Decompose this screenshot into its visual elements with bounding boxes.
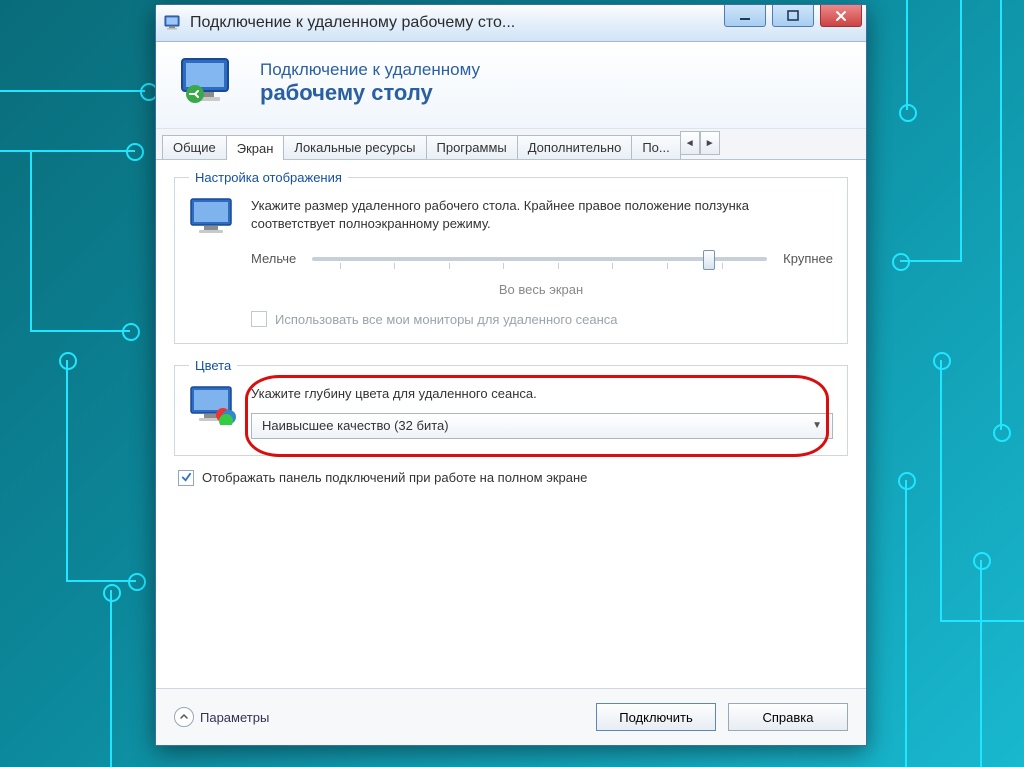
slider-thumb[interactable] xyxy=(703,250,715,270)
checkbox-icon xyxy=(251,311,267,327)
display-settings-group: Настройка отображения Укажите размер уда… xyxy=(174,170,848,344)
slider-min-label: Мельче xyxy=(251,251,296,266)
tab-content: Настройка отображения Укажите размер уда… xyxy=(156,160,866,498)
parameters-toggle[interactable]: Параметры xyxy=(174,707,269,727)
display-group-legend: Настройка отображения xyxy=(189,170,348,185)
color-depth-value: Наивысшее качество (32 бита) xyxy=(262,418,449,433)
colors-description: Укажите глубину цвета для удаленного сеа… xyxy=(251,385,833,403)
tab-general[interactable]: Общие xyxy=(162,135,227,159)
tab-scroll-left-button[interactable]: ◄ xyxy=(680,131,700,155)
color-depth-select[interactable]: Наивысшее качество (32 бита) ▼ xyxy=(251,413,833,439)
use-all-monitors-label: Использовать все мои мониторы для удален… xyxy=(275,312,618,327)
monitor-icon xyxy=(189,197,237,237)
tab-advanced[interactable]: Дополнительно xyxy=(517,135,633,159)
help-button[interactable]: Справка xyxy=(728,703,848,731)
slider-value-label: Во весь экран xyxy=(189,282,833,297)
tab-more[interactable]: По... xyxy=(631,135,680,159)
window-controls xyxy=(724,5,862,41)
colors-group-legend: Цвета xyxy=(189,358,237,373)
title-bar[interactable]: Подключение к удаленному рабочему сто... xyxy=(156,5,866,42)
display-size-slider[interactable] xyxy=(312,257,767,261)
dropdown-caret-icon: ▼ xyxy=(812,420,822,431)
slider-max-label: Крупнее xyxy=(783,251,833,266)
header-line1: Подключение к удаленному xyxy=(260,60,480,80)
show-connection-bar-label: Отображать панель подключений при работе… xyxy=(202,470,587,485)
desktop-wallpaper: Подключение к удаленному рабочему сто... xyxy=(0,0,1024,767)
app-icon xyxy=(164,14,182,32)
chevron-up-icon xyxy=(174,707,194,727)
rdp-dialog-window: Подключение к удаленному рабочему сто... xyxy=(155,4,867,746)
tab-programs[interactable]: Программы xyxy=(426,135,518,159)
colors-group: Цвета Укажите г xyxy=(174,358,848,456)
use-all-monitors-checkbox[interactable]: Использовать все мои мониторы для удален… xyxy=(189,311,833,327)
checkbox-checked-icon xyxy=(178,470,194,486)
dialog-header: Подключение к удаленному рабочему столу xyxy=(156,42,866,129)
parameters-label: Параметры xyxy=(200,710,269,725)
minimize-button[interactable] xyxy=(724,5,766,27)
tab-scroll-right-button[interactable]: ► xyxy=(700,131,720,155)
header-line2: рабочему столу xyxy=(260,80,480,106)
window-title: Подключение к удаленному рабочему сто... xyxy=(190,14,716,32)
close-button[interactable] xyxy=(820,5,862,27)
display-description: Укажите размер удаленного рабочего стола… xyxy=(251,197,833,232)
tab-display[interactable]: Экран xyxy=(226,135,285,160)
tab-strip: Общие Экран Локальные ресурсы Программы … xyxy=(156,129,866,160)
connect-button[interactable]: Подключить xyxy=(596,703,716,731)
maximize-button[interactable] xyxy=(772,5,814,27)
color-monitor-icon xyxy=(189,385,237,425)
show-connection-bar-checkbox[interactable]: Отображать панель подключений при работе… xyxy=(174,470,848,486)
rdp-logo-icon xyxy=(178,56,242,110)
dialog-footer: Параметры Подключить Справка xyxy=(156,688,866,745)
tab-local-resources[interactable]: Локальные ресурсы xyxy=(283,135,426,159)
